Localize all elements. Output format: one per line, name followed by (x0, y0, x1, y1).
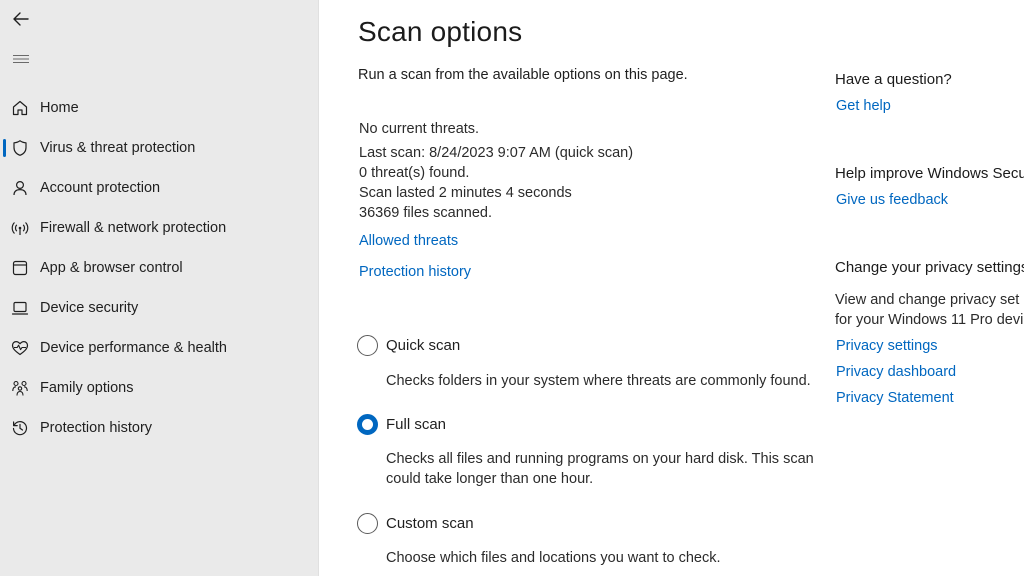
menu-button[interactable] (8, 46, 34, 72)
quick-scan-description: Checks folders in your system where thre… (386, 373, 811, 389)
threats-found-text: 0 threat(s) found. (359, 165, 470, 181)
hamburger-menu-icon (13, 55, 29, 63)
full-scan-description-line: Checks all files and running programs on… (386, 451, 814, 467)
sidebar-item-label: Protection history (40, 420, 153, 436)
full-scan-description-line: could take longer than one hour. (386, 471, 594, 487)
files-scanned-text: 36369 files scanned. (359, 205, 493, 221)
arrow-left-icon (13, 12, 29, 26)
page-title: Scan options (358, 16, 523, 47)
sidebar-item-family-options[interactable]: Family options (0, 368, 319, 408)
full-scan-option: Full scan Checks all files and running p… (357, 414, 827, 489)
sidebar-item-virus-threat-protection[interactable]: Virus & threat protection (0, 128, 319, 168)
question-heading: Have a question? (835, 71, 952, 88)
scan-status: No current threats. Last scan: 8/24/2023… (359, 119, 633, 223)
sidebar-item-device-performance-health[interactable]: Device performance & health (0, 328, 319, 368)
sidebar-item-protection-history[interactable]: Protection history (0, 408, 319, 448)
full-scan-radio[interactable] (357, 414, 378, 435)
privacy-description-line: View and change privacy set (835, 292, 1020, 308)
custom-scan-option: Custom scan Choose which files and locat… (357, 513, 827, 568)
improve-heading: Help improve Windows Secu (835, 165, 1024, 182)
sidebar: Home Virus & threat protection Account p… (0, 0, 319, 576)
family-icon (10, 378, 30, 398)
sidebar-item-label: Device performance & health (40, 340, 227, 356)
sidebar-item-account-protection[interactable]: Account protection (0, 168, 319, 208)
back-button[interactable] (8, 6, 34, 32)
privacy-description-line: for your Windows 11 Pro devi (835, 312, 1024, 328)
custom-scan-radio[interactable] (357, 513, 378, 534)
full-scan-radio-row[interactable]: Full scan (357, 414, 827, 435)
person-icon (10, 178, 30, 198)
shield-icon (10, 138, 30, 158)
privacy-heading: Change your privacy settings (835, 259, 1024, 276)
sidebar-item-label: Account protection (40, 180, 161, 196)
custom-scan-label: Custom scan (386, 515, 474, 532)
get-help-link[interactable]: Get help (836, 98, 891, 114)
privacy-description: View and change privacy set for your Win… (835, 290, 1023, 330)
heart-pulse-icon (10, 338, 30, 358)
custom-scan-description: Choose which files and locations you wan… (386, 550, 721, 566)
quick-scan-radio-row[interactable]: Quick scan (357, 335, 827, 356)
sidebar-item-label: Family options (40, 380, 134, 396)
sidebar-item-home[interactable]: Home (0, 88, 319, 128)
sidebar-nav: Home Virus & threat protection Account p… (0, 88, 319, 448)
windows-security-app: Home Virus & threat protection Account p… (0, 0, 1024, 576)
sidebar-item-label: App & browser control (40, 260, 183, 276)
quick-scan-option: Quick scan Checks folders in your system… (357, 335, 827, 391)
privacy-dashboard-link[interactable]: Privacy dashboard (836, 364, 956, 380)
full-scan-label: Full scan (386, 416, 447, 433)
full-scan-description: Checks all files and running programs on… (386, 449, 827, 489)
sidebar-item-label: Firewall & network protection (40, 220, 227, 236)
threat-status-text: No current threats. (359, 121, 480, 137)
wifi-signal-icon (10, 218, 30, 238)
give-feedback-link[interactable]: Give us feedback (836, 192, 948, 208)
home-icon (10, 98, 30, 118)
privacy-statement-link[interactable]: Privacy Statement (836, 390, 954, 406)
sidebar-item-label: Virus & threat protection (40, 140, 196, 156)
sidebar-item-firewall-network-protection[interactable]: Firewall & network protection (0, 208, 319, 248)
sidebar-item-label: Home (40, 100, 79, 116)
privacy-settings-link[interactable]: Privacy settings (836, 338, 938, 354)
browser-window-icon (10, 258, 30, 278)
history-icon (10, 418, 30, 438)
quick-scan-radio[interactable] (357, 335, 378, 356)
page-subtitle: Run a scan from the available options on… (358, 67, 688, 83)
quick-scan-label: Quick scan (386, 337, 461, 354)
allowed-threats-link[interactable]: Allowed threats (359, 233, 458, 249)
last-scan-text: Last scan: 8/24/2023 9:07 AM (quick scan… (359, 145, 634, 161)
sidebar-item-label: Device security (40, 300, 139, 316)
help-side-panel: Have a question? Get help Help improve W… (835, 0, 1024, 576)
main-content: Scan options Run a scan from the availab… (319, 0, 1024, 576)
protection-history-link[interactable]: Protection history (359, 264, 471, 280)
scan-duration-text: Scan lasted 2 minutes 4 seconds (359, 185, 572, 201)
laptop-icon (10, 298, 30, 318)
sidebar-item-device-security[interactable]: Device security (0, 288, 319, 328)
custom-scan-radio-row[interactable]: Custom scan (357, 513, 827, 534)
sidebar-item-app-browser-control[interactable]: App & browser control (0, 248, 319, 288)
